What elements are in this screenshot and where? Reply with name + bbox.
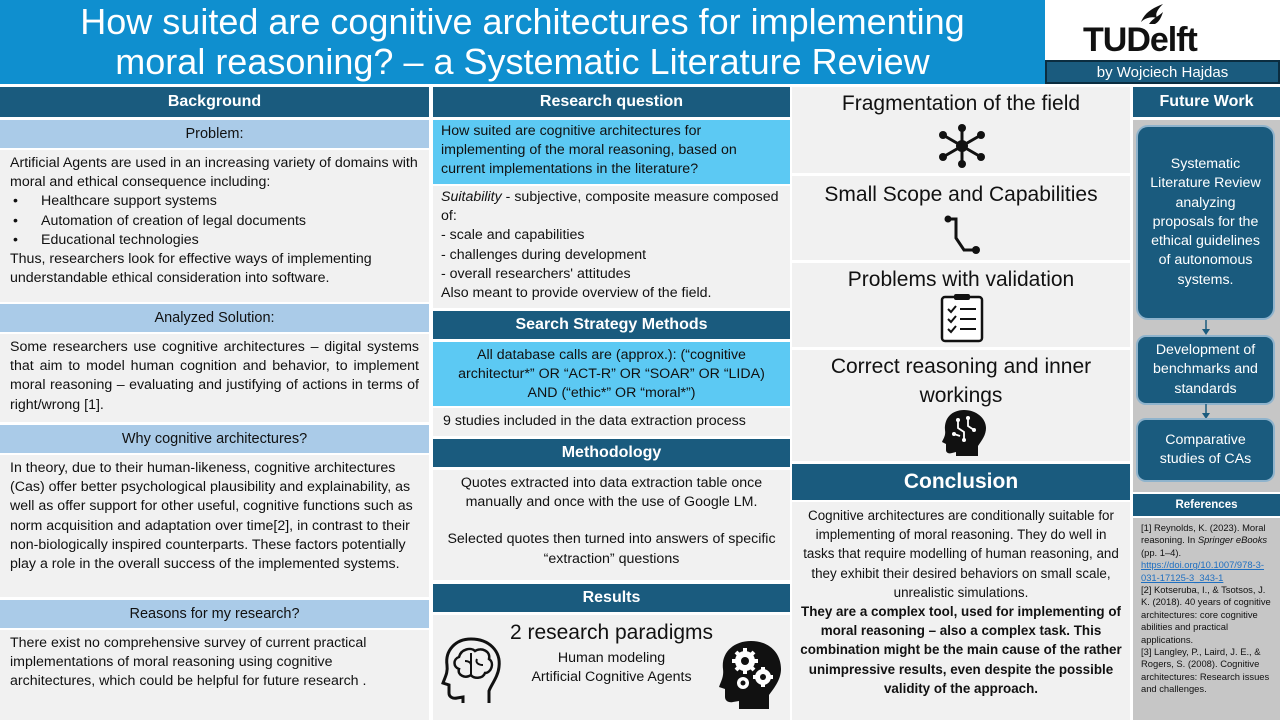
finding-fragmentation: Fragmentation of the field	[792, 87, 1130, 173]
author-label: by Wojciech Hajdas	[1045, 60, 1280, 84]
network-hub-icon	[939, 124, 985, 168]
results-header: Results	[433, 584, 790, 612]
why-header-text: Why cognitive architectures?	[121, 431, 308, 447]
reasons-header: Reasons for my research?	[0, 600, 429, 628]
list-item: Automation of creation of legal document…	[10, 212, 419, 231]
research-question-box: How suited are cognitive architectures f…	[433, 120, 790, 184]
reference-1: [1] Reynolds, K. (2023). Moral reasoning…	[1141, 522, 1274, 584]
finding-title: Small Scope and Capabilities	[824, 183, 1098, 206]
reference-3: [3] Langley, P., Laird, J. E., & Rogers,…	[1141, 646, 1270, 695]
why-body: In theory, due to their human-likeness, …	[0, 455, 429, 597]
path-steps-icon	[944, 215, 980, 254]
results-body: 2 research paradigms Human modeling Arti…	[433, 615, 790, 720]
methodology-header: Methodology	[433, 439, 790, 467]
conclusion-header: Conclusion	[792, 464, 1130, 500]
problem-list: Healthcare support systems Automation of…	[10, 192, 419, 250]
conclusion-body: Cognitive architectures are conditionall…	[792, 502, 1130, 720]
suit-item: - scale and capabilities	[441, 227, 585, 244]
studies-count-box: 9 studies included in the data extractio…	[433, 408, 790, 436]
studies-count-text: 9 studies included in the data extractio…	[443, 413, 746, 429]
research-question-header: Research question	[433, 87, 790, 117]
conclusion-bold: They are a complex tool, used for implem…	[800, 604, 1122, 696]
reference-link[interactable]: https://doi.org/10.1007/978-3-031-17125-…	[1141, 559, 1264, 582]
references-body: [1] Reynolds, K. (2023). Moral reasoning…	[1133, 518, 1280, 720]
finding-title: Correct reasoning and inner workings	[830, 355, 1092, 407]
conclusion-header-text: Conclusion	[903, 470, 1019, 493]
why-header: Why cognitive architectures?	[0, 425, 429, 453]
title-line-2: moral reasoning? – a Systematic Literatu…	[115, 41, 930, 82]
checklist-icon	[940, 294, 984, 343]
search-strategy-header-text: Search Strategy Methods	[515, 316, 708, 333]
solution-text: Some researchers use cognitive architect…	[10, 339, 419, 413]
methodology-header-text: Methodology	[561, 444, 662, 461]
solution-body: Some researchers use cognitive architect…	[0, 334, 429, 422]
solution-header-text: Analyzed Solution:	[154, 310, 275, 326]
methodology-para-1: Quotes extracted into data extraction ta…	[460, 475, 763, 511]
research-question-header-text: Research question	[539, 93, 684, 110]
title-banner: How suited are cognitive architectures f…	[0, 0, 1045, 84]
suitability-body: Suitability - subjective, composite meas…	[433, 186, 790, 308]
future-work-panel: Systematic Literature Review analyzing p…	[1133, 120, 1280, 492]
title-line-1: How suited are cognitive architectures f…	[80, 1, 965, 42]
conclusion-normal: Cognitive architectures are conditionall…	[803, 508, 1119, 600]
list-item: Healthcare support systems	[10, 192, 419, 211]
background-header: Background	[0, 87, 429, 117]
ref-text: (pp. 1–4).	[1141, 546, 1182, 558]
suitability-definition: Suitability - subjective, composite meas…	[441, 188, 782, 226]
finding-title: Problems with validation	[847, 268, 1075, 291]
references-header-text: References	[1175, 499, 1238, 511]
problem-header: Problem:	[0, 120, 429, 148]
finding-title: Fragmentation of the field	[841, 92, 1081, 115]
reference-2: [2] Kotseruba, I., & Tsotsos, J. K. (201…	[1141, 584, 1271, 645]
problem-body: Artificial Agents are used in an increas…	[0, 150, 429, 302]
reasons-text: There exist no comprehensive survey of c…	[10, 635, 367, 690]
research-question-text: How suited are cognitive architectures f…	[441, 123, 737, 178]
logo-text: TUDelft	[1083, 21, 1198, 59]
brain-head-icon	[441, 637, 501, 703]
finding-scope: Small Scope and Capabilities	[792, 176, 1130, 260]
future-item-text: Development of benchmarks and standards	[1153, 342, 1258, 397]
future-item-review: Systematic Literature Review analyzing p…	[1136, 125, 1275, 320]
suitability-term: Suitability	[441, 189, 502, 205]
search-query-box: All database calls are (approx.): (“cogn…	[433, 342, 790, 406]
results-header-text: Results	[582, 589, 641, 606]
suit-item: - overall researchers' attitudes	[441, 265, 631, 282]
future-item-benchmarks: Development of benchmarks and standards	[1136, 335, 1275, 405]
search-query-text: All database calls are (approx.): (“cogn…	[458, 347, 765, 401]
reasons-body: There exist no comprehensive survey of c…	[0, 630, 429, 720]
finding-reasoning: Correct reasoning and inner workings	[792, 350, 1130, 461]
gears-head-icon	[719, 641, 781, 709]
future-work-header-text: Future Work	[1159, 93, 1254, 110]
arrow-down-icon	[1202, 320, 1210, 335]
background-header-text: Background	[167, 93, 262, 110]
solution-header: Analyzed Solution:	[0, 304, 429, 332]
ref-italic: Springer eBooks	[1197, 534, 1268, 546]
list-item: Educational technologies	[10, 231, 419, 250]
author-name: by Wojciech Hajdas	[1096, 63, 1229, 81]
suit-outro: Also meant to provide overview of the fi…	[441, 285, 712, 302]
methodology-para-2: Selected quotes then turned into answers…	[447, 531, 776, 567]
future-item-text: Comparative studies of CAs	[1159, 431, 1252, 467]
future-item-comparative: Comparative studies of CAs	[1136, 418, 1275, 482]
methodology-body: Quotes extracted into data extraction ta…	[433, 470, 790, 580]
finding-validation: Problems with validation	[792, 263, 1130, 347]
tu-delft-logo: TUDelft	[1045, 0, 1280, 60]
why-text: In theory, due to their human-likeness, …	[10, 460, 413, 573]
future-work-header: Future Work	[1133, 87, 1280, 117]
problem-outro: Thus, researchers look for effective way…	[10, 251, 372, 287]
problem-header-text: Problem:	[185, 126, 244, 142]
search-strategy-header: Search Strategy Methods	[433, 311, 790, 339]
reasons-header-text: Reasons for my research?	[129, 606, 300, 622]
references-header: References	[1133, 494, 1280, 516]
suit-item: - challenges during development	[441, 246, 647, 263]
ai-head-icon	[942, 410, 986, 456]
future-item-text: Systematic Literature Review analyzing p…	[1150, 156, 1261, 288]
problem-intro: Artificial Agents are used in an increas…	[10, 155, 418, 191]
